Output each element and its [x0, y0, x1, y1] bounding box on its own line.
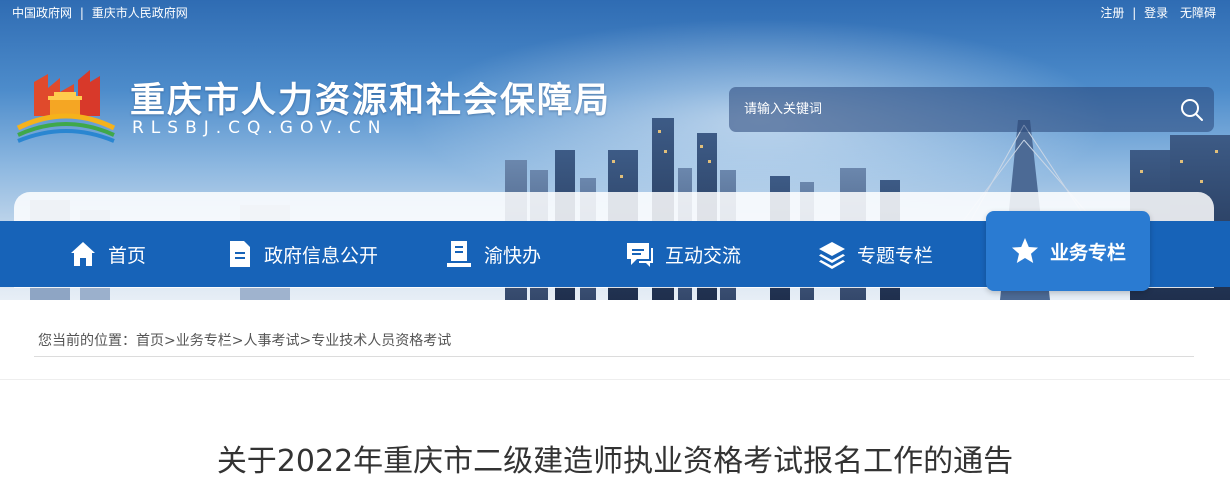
breadcrumb-home[interactable]: 首页 [136, 333, 164, 349]
article-title: 关于2022年重庆市二级建造师执业资格考试报名工作的通告 [216, 444, 1014, 479]
topbar-left-links: 中国政府网 | 重庆市人民政府网 [12, 4, 188, 21]
login-link[interactable]: 登录 [1144, 6, 1168, 20]
nav-item-label: 首页 [108, 244, 147, 267]
breadcrumb-separator: > [299, 333, 312, 349]
nav-item-home[interactable]: 首页 [68, 221, 146, 287]
document-icon [224, 239, 254, 269]
breadcrumb: 您当前的位置：首页>业务专栏>人事考试>专业技术人员资格考试 [38, 330, 451, 350]
main-nav: 首页 政府信息公开 渝快办 互动交流 专题专栏 业务专栏 [0, 211, 1230, 291]
star-icon [1010, 236, 1040, 266]
nav-item-label: 专题专栏 [857, 244, 934, 267]
breadcrumb-separator: > [164, 333, 176, 349]
chat-icon [625, 239, 655, 269]
nav-item-gov-info[interactable]: 政府信息公开 [224, 221, 378, 287]
layers-icon [817, 239, 847, 269]
nav-item-special-topics[interactable]: 专题专栏 [817, 221, 933, 287]
site-title[interactable]: 重庆市人力资源和社会保障局 [130, 72, 611, 123]
topbar-separator: | [1132, 6, 1137, 20]
breadcrumb-divider [34, 356, 1194, 357]
search-button[interactable] [1170, 87, 1214, 132]
breadcrumb-professional-exam[interactable]: 专业技术人员资格考试 [311, 333, 451, 349]
nav-item-business[interactable]: 业务专栏 [986, 211, 1151, 291]
topbar-separator: | [79, 6, 84, 20]
link-china-gov[interactable]: 中国政府网 [12, 6, 72, 20]
bureau-logo-icon[interactable] [14, 64, 118, 144]
site-domain: RLSBJ.CQ.GOV.CN [132, 118, 388, 138]
home-icon [68, 239, 98, 269]
breadcrumb-business[interactable]: 业务专栏 [176, 333, 232, 349]
search-input[interactable] [729, 87, 1170, 132]
nav-item-label: 政府信息公开 [264, 244, 379, 267]
nav-item-label: 业务专栏 [1050, 241, 1127, 264]
breadcrumb-personnel-exam[interactable]: 人事考试 [243, 333, 299, 349]
register-link[interactable]: 注册 [1100, 6, 1124, 20]
nav-item-label: 渝快办 [484, 244, 542, 267]
breadcrumb-prefix: 您当前的位置： [38, 333, 136, 349]
nav-item-label: 互动交流 [665, 244, 742, 267]
topbar-right-links: 注册 | 登录 无障碍 [1100, 4, 1216, 21]
search-bar [729, 87, 1214, 132]
search-icon [1181, 98, 1203, 121]
link-chongqing-gov[interactable]: 重庆市人民政府网 [92, 6, 188, 20]
accessibility-link[interactable]: 无障碍 [1180, 6, 1216, 20]
service-icon [444, 239, 474, 269]
nav-item-interaction[interactable]: 互动交流 [625, 221, 741, 287]
nav-item-yukuaiban[interactable]: 渝快办 [444, 221, 541, 287]
breadcrumb-separator: > [231, 333, 244, 349]
